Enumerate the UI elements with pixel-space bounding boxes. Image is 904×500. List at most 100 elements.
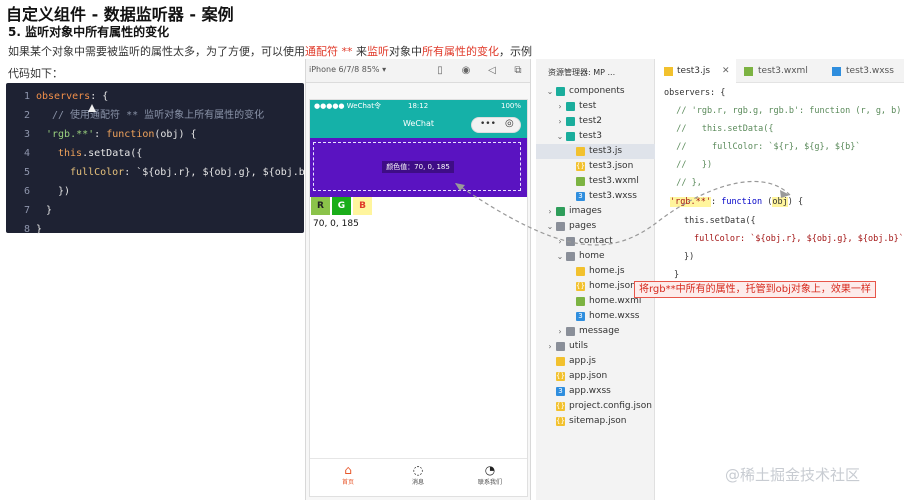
tree-file[interactable]: 3 home.wxss [536, 309, 655, 324]
editor-line: fullColor: `${obj.r}, ${obj.g}, ${obj.b}… [694, 230, 904, 248]
tree-folder[interactable]: ⌄ components [536, 84, 655, 99]
tree-file[interactable]: {} app.json [536, 369, 655, 384]
code-token: fullColor: `${obj.r}, ${obj.g}, ${obj.b}… [694, 234, 904, 244]
tree-folder[interactable]: › contact [536, 234, 655, 249]
description: 如果某个对象中需要被监听的属性太多，为了方便，可以使用通配符 ** 来监听对象中… [8, 43, 532, 59]
code-token: observers [36, 91, 91, 102]
explorer-title: 资源管理器: MP ... [548, 68, 616, 77]
tree-file[interactable]: test3.wxml [536, 174, 655, 189]
wxss-file-icon [832, 67, 841, 76]
record-icon[interactable]: ◉ [460, 65, 472, 77]
capsule-button[interactable]: ••• ◎ [471, 117, 521, 133]
tree-file[interactable]: app.js [536, 354, 655, 369]
chevron-right-icon[interactable]: › [556, 99, 564, 114]
b-button[interactable]: B [353, 197, 372, 215]
dashed-border: 颜色值：70, 0, 185 [313, 142, 521, 191]
tree-folder[interactable]: ⌄ pages [536, 219, 655, 234]
tree-folder[interactable]: ⌄ test3 [536, 129, 655, 144]
code-line: 8} [6, 220, 304, 239]
chevron-down-icon[interactable]: ⌄ [546, 219, 554, 234]
tab-test3-wxss[interactable]: test3.wxss [828, 59, 904, 83]
folder-icon [566, 252, 575, 261]
code-token: function [106, 129, 155, 140]
chevron-down-icon[interactable]: ⌄ [546, 84, 554, 99]
device-selector[interactable]: iPhone 6/7/8 85% ▾ [309, 65, 386, 74]
g-button[interactable]: G [332, 197, 351, 215]
js-file-icon [664, 67, 673, 76]
editor-line: observers: { [664, 88, 726, 98]
desc-text-4: ，示例 [499, 45, 532, 58]
js-file-icon [576, 267, 585, 276]
tree-folder[interactable]: › message [536, 324, 655, 339]
tree-item-label: utils [569, 341, 588, 351]
tab-contact[interactable]: ◔ 联系我们 [460, 462, 520, 488]
color-value-text: 颜色值：70, 0, 185 [382, 161, 454, 173]
tree-file[interactable]: test3.js [536, 144, 655, 159]
tree-folder[interactable]: › test2 [536, 114, 655, 129]
rgb-output-text: 70, 0, 185 [313, 219, 359, 229]
phone-icon[interactable]: ▯ [434, 65, 446, 77]
tab-home[interactable]: ⌂ 首页 [318, 462, 378, 488]
tree-item-label: sitemap.json [569, 416, 627, 426]
tree-item-label: app.json [569, 371, 608, 381]
tree-folder[interactable]: ⌄ home [536, 249, 655, 264]
chevron-down-icon[interactable]: ⌄ [556, 249, 564, 264]
tree-item-label: test3.json [589, 161, 634, 171]
chevron-down-icon[interactable]: ⌄ [556, 129, 564, 144]
tab-label: 首页 [341, 479, 354, 486]
tree-file[interactable]: 3 app.wxss [536, 384, 655, 399]
chevron-right-icon[interactable]: › [546, 339, 554, 354]
code-comment: // 使用通配符 ** 监听对象上所有属性的变化 [52, 110, 265, 121]
tree-file[interactable]: 3 test3.wxss [536, 189, 655, 204]
line-number: 5 [23, 167, 30, 178]
tree-file[interactable]: {} sitemap.json [536, 414, 655, 429]
editor-line: this.setData({ [684, 216, 756, 226]
editor-line: 'rgb.**': function (obj) { [670, 197, 804, 207]
close-icon[interactable]: ✕ [722, 59, 730, 83]
tree-item-label: project.config.json [569, 401, 652, 411]
wxss-file-icon: 3 [576, 192, 585, 201]
line-number: 3 [23, 129, 30, 140]
wxml-file-icon [744, 67, 753, 76]
tab-label: 联系我们 [477, 479, 502, 486]
tree-file[interactable]: {} project.config.json [536, 399, 655, 414]
close-circle-icon[interactable]: ◎ [505, 118, 514, 129]
code-line: 4 this.setData({ [6, 144, 304, 163]
tree-folder[interactable]: › test [536, 99, 655, 114]
window-icon[interactable]: ⧉ [512, 65, 524, 77]
tree-file[interactable]: home.js [536, 264, 655, 279]
code-label: 代码如下： [8, 67, 63, 80]
tree-item-label: contact [579, 236, 613, 246]
tree-item-label: test3.wxss [589, 191, 637, 201]
chevron-right-icon[interactable]: › [556, 114, 564, 129]
message-icon: ◌ [412, 463, 424, 477]
code-line: 1 observers: { [6, 87, 304, 106]
phone-screen: ●●●●● WeChat令 18:12 100% WeChat ••• ◎ 颜色… [309, 99, 528, 497]
tab-message[interactable]: ◌ 消息 [388, 462, 448, 488]
json-file-icon: {} [556, 417, 565, 426]
tree-item-label: app.wxss [569, 386, 611, 396]
home-icon: ⌂ [344, 463, 352, 477]
code-token: function [721, 197, 763, 207]
folder-icon [556, 207, 565, 216]
desc-highlight-wildcard: 通配符 ** [305, 45, 353, 58]
tab-label: test3.wxml [758, 66, 808, 76]
tree-file[interactable]: {} test3.json [536, 159, 655, 174]
line-number: 2 [23, 110, 30, 121]
more-icon[interactable]: ••• [480, 119, 496, 129]
desc-text-2: 来 [352, 45, 367, 58]
chevron-right-icon[interactable]: › [546, 204, 554, 219]
back-icon[interactable]: ◁ [486, 65, 498, 77]
mouse-cursor-icon [88, 104, 96, 112]
code-token: } [36, 224, 43, 235]
r-button[interactable]: R [311, 197, 330, 215]
tab-test3-js[interactable]: test3.js ✕ [656, 59, 736, 83]
folder-icon [556, 342, 565, 351]
tree-folder[interactable]: › utils [536, 339, 655, 354]
chevron-right-icon[interactable]: › [556, 324, 564, 339]
watermark: @稀土掘金技术社区 [725, 466, 861, 484]
chevron-right-icon[interactable]: › [556, 234, 564, 249]
tab-test3-wxml[interactable]: test3.wxml [740, 59, 824, 83]
editor-line: }) [684, 252, 695, 262]
tree-folder[interactable]: › images [536, 204, 655, 219]
